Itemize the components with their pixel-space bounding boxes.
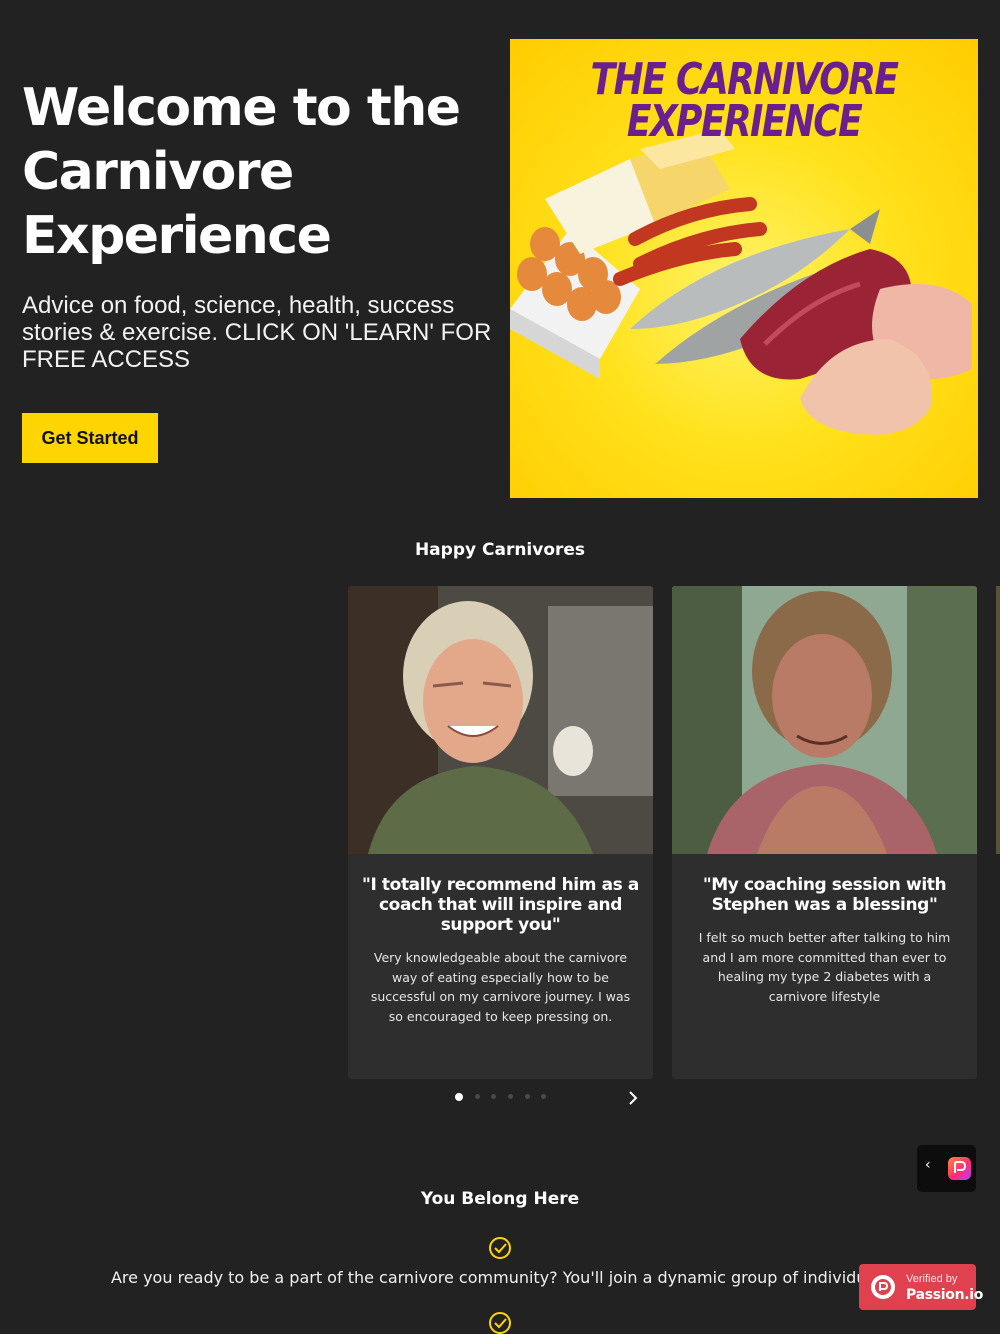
hero-title: Welcome to the Carnivore Experience xyxy=(22,78,461,266)
verified-brand: Passion.io xyxy=(906,1287,984,1303)
carousel-pagination xyxy=(450,1091,560,1103)
hero-image: THE CARNIVORE EXPERIENCE xyxy=(510,39,978,498)
belong-item: Are you ready to be a part of the carniv… xyxy=(110,1268,890,1287)
testimonial-photo xyxy=(672,586,977,854)
passion-logo-icon[interactable] xyxy=(948,1157,971,1180)
carousel-dot[interactable] xyxy=(508,1094,513,1099)
testimonial-body: Very knowledgeable about the carnivore w… xyxy=(370,950,631,1024)
chevron-left-icon[interactable]: ‹ xyxy=(925,1157,931,1173)
image-title-line1: THE CARNIVORE xyxy=(590,54,900,105)
verified-by-passion-badge[interactable]: Verified by Passion.io xyxy=(859,1264,983,1310)
carousel-dot[interactable] xyxy=(541,1094,546,1099)
verified-caption: Verified by xyxy=(906,1273,958,1285)
carousel-dot[interactable] xyxy=(455,1093,463,1101)
belong-heading: You Belong Here xyxy=(420,1189,580,1209)
testimonial-quote: "I totally recommend him as a coach that… xyxy=(362,875,639,935)
testimonial-quote: "My coaching session with Stephen was a … xyxy=(702,875,947,915)
next-card-peek xyxy=(996,586,1000,854)
carousel-dot[interactable] xyxy=(491,1094,496,1099)
check-circle-icon xyxy=(489,1312,511,1334)
image-title-line2: EXPERIENCE xyxy=(626,96,863,147)
floating-widget[interactable]: ‹ xyxy=(917,1145,976,1192)
testimonial-photo xyxy=(348,586,653,854)
verified-seal-icon xyxy=(871,1275,895,1299)
testimonial-card: "My coaching session with Stephen was a … xyxy=(672,586,977,1079)
check-circle-icon xyxy=(489,1237,511,1259)
hero-subtitle: Advice on food, science, health, success… xyxy=(22,292,492,373)
chevron-right-icon[interactable] xyxy=(624,1088,642,1108)
hero-section: Welcome to the Carnivore Experience Advi… xyxy=(0,0,1000,520)
carousel-dot[interactable] xyxy=(525,1094,530,1099)
testimonial-card: "I totally recommend him as a coach that… xyxy=(348,586,653,1079)
testimonial-body: I felt so much better after talking to h… xyxy=(698,930,951,1004)
get-started-button[interactable]: Get Started xyxy=(22,413,158,463)
carousel-dot[interactable] xyxy=(475,1094,480,1099)
testimonials-heading: Happy Carnivores xyxy=(414,540,586,560)
